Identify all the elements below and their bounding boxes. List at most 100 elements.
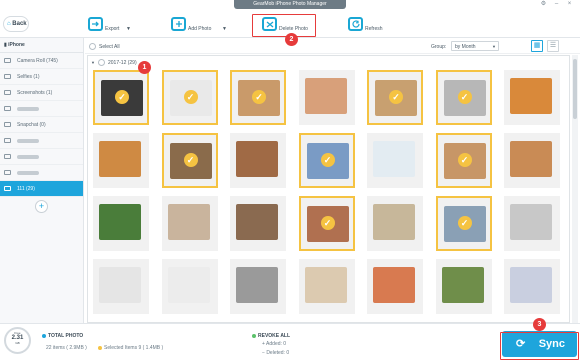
photo-image — [510, 267, 552, 303]
photo-thumbnail[interactable]: ✓ — [230, 70, 286, 125]
annotation-badge-1: 1 — [138, 61, 151, 74]
sidebar-item[interactable] — [0, 165, 83, 181]
sidebar-item[interactable] — [0, 133, 83, 149]
chevron-down-icon: ▼ — [492, 44, 496, 49]
photo-thumbnail[interactable] — [504, 70, 560, 125]
album-icon — [4, 170, 11, 175]
album-icon — [4, 106, 11, 111]
revoke-all-button[interactable]: REVOKE ALL — [252, 333, 290, 339]
photo-thumbnail[interactable] — [367, 259, 423, 314]
photo-image — [99, 204, 141, 240]
selfies-icon — [4, 74, 11, 79]
export-dropdown-icon[interactable]: ▼ — [126, 26, 131, 32]
photo-image — [99, 141, 141, 177]
photo-image — [373, 204, 415, 240]
photo-image — [167, 204, 210, 240]
check-icon: ✓ — [389, 90, 403, 104]
photo-image — [236, 141, 278, 177]
album-icon — [4, 154, 11, 159]
refresh-button[interactable]: Refresh — [348, 14, 388, 36]
sidebar-header: ▮ iPhone — [0, 38, 83, 53]
photo-thumbnail[interactable] — [93, 196, 149, 251]
photo-thumbnail[interactable] — [230, 259, 286, 314]
select-bar: Select All Group: by Month ▼ ▦ ☰ — [85, 38, 580, 54]
sidebar-item[interactable]: Screenshots (1) — [0, 85, 83, 101]
photo-thumbnail[interactable] — [504, 133, 560, 188]
photo-thumbnail[interactable]: ✓ — [435, 196, 492, 251]
sidebar-item[interactable] — [0, 149, 83, 165]
scrollbar[interactable] — [572, 55, 578, 323]
photo-thumbnail[interactable] — [230, 133, 286, 188]
added-count: + Added: 0 — [262, 341, 287, 347]
sidebar-item[interactable]: 111 (29) — [0, 181, 83, 197]
list-view-icon[interactable]: ☰ — [547, 40, 559, 52]
photo-thumbnail[interactable] — [367, 196, 423, 251]
section-checkbox[interactable] — [98, 59, 105, 66]
total-value: 22 items ( 2.9MB ) — [46, 345, 87, 351]
photo-thumbnail[interactable]: ✓ — [435, 133, 492, 188]
collapse-icon[interactable]: ▼ — [91, 60, 95, 65]
photo-thumbnail[interactable] — [504, 196, 560, 251]
close-icon[interactable]: × — [566, 1, 573, 8]
photo-image — [373, 267, 415, 303]
photo-image — [236, 267, 278, 303]
storage-unit: GB — [15, 341, 20, 345]
photo-thumbnail[interactable]: ✓ — [298, 133, 355, 188]
redacted-label — [17, 154, 39, 159]
annotation-box-sync — [500, 332, 579, 360]
storage-indicator: Free 2.31 GB — [4, 327, 31, 354]
photo-image — [373, 141, 415, 177]
photo-panel: Select All Group: by Month ▼ ▦ ☰ ▼ 2017-… — [85, 38, 580, 323]
settings-icon[interactable]: ⚙ — [540, 1, 547, 8]
photo-thumbnail[interactable] — [93, 259, 149, 314]
redacted-label — [17, 170, 39, 175]
sidebar-item[interactable]: Snapchat (0) — [0, 117, 83, 133]
photo-thumbnail[interactable]: ✓ — [93, 70, 149, 125]
photo-thumbnail[interactable] — [93, 133, 149, 188]
check-icon: ✓ — [320, 216, 335, 230]
group-label: Group: — [431, 44, 447, 50]
check-icon: ✓ — [183, 90, 198, 104]
export-button[interactable]: Export ▼ — [88, 14, 134, 36]
album-icon — [4, 122, 11, 127]
photo-thumbnail[interactable]: ✓ — [435, 70, 492, 125]
redacted-label — [17, 106, 39, 111]
back-button[interactable]: ⌂ Back — [3, 16, 29, 32]
photo-thumbnail[interactable] — [298, 70, 355, 125]
add-album-button[interactable]: + — [35, 200, 48, 213]
photo-thumbnail[interactable]: ✓ — [161, 70, 218, 125]
photo-image — [510, 204, 552, 240]
group-select[interactable]: by Month ▼ — [451, 41, 499, 51]
check-icon: ✓ — [457, 90, 472, 104]
select-all-checkbox[interactable] — [89, 43, 96, 50]
add-photo-dropdown-icon[interactable]: ▼ — [222, 26, 227, 32]
add-photo-button[interactable]: Add Photo ▼ — [171, 14, 233, 36]
minimize-icon[interactable]: – — [553, 1, 560, 8]
photo-thumbnail[interactable]: ✓ — [298, 196, 355, 251]
photo-thumbnail[interactable] — [435, 259, 492, 314]
scrollbar-thumb[interactable] — [573, 59, 577, 119]
grid-view-icon[interactable]: ▦ — [531, 40, 543, 52]
photo-thumbnail[interactable] — [367, 133, 423, 188]
photo-thumbnail[interactable] — [504, 259, 560, 314]
screenshots-icon — [4, 90, 11, 95]
total-photo-label: TOTAL PHOTO — [42, 333, 83, 339]
sidebar: ▮ iPhone Camera Roll (745) Selfies (1) Scr… — [0, 38, 84, 323]
photo-thumbnail[interactable] — [161, 196, 218, 251]
check-icon: ✓ — [183, 153, 198, 167]
sidebar-item[interactable] — [0, 101, 83, 117]
annotation-badge-3: 3 — [533, 318, 546, 331]
photo-thumbnail[interactable] — [161, 259, 218, 314]
photo-image — [167, 267, 210, 303]
sidebar-item[interactable]: Selfies (1) — [0, 69, 83, 85]
window-title: GearMob iPhone Photo Manager — [234, 0, 346, 9]
photo-thumbnail[interactable]: ✓ — [367, 70, 423, 125]
photo-thumbnail[interactable] — [298, 259, 355, 314]
sidebar-item[interactable]: Camera Roll (745) — [0, 53, 83, 69]
photo-thumbnail[interactable]: ✓ — [161, 133, 218, 188]
album-list: Camera Roll (745) Selfies (1) Screenshots … — [0, 53, 83, 197]
selected-dot-icon — [98, 345, 102, 350]
photo-thumbnail[interactable] — [230, 196, 286, 251]
total-dot-icon — [42, 333, 46, 338]
sidebar-item-label: 111 (29) — [17, 186, 35, 192]
